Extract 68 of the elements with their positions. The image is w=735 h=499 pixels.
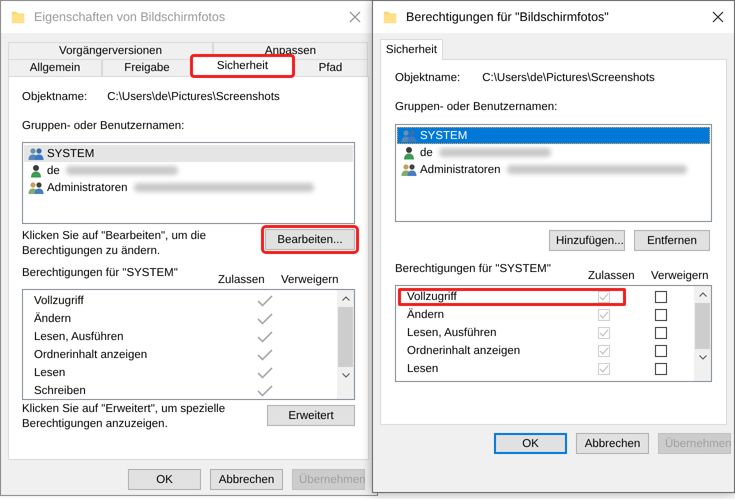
principal-item[interactable]: de bbox=[397, 144, 710, 161]
scrollbar[interactable] bbox=[694, 286, 711, 381]
principal-name: Administratoren bbox=[47, 182, 128, 194]
folder-icon bbox=[383, 9, 397, 25]
principal-name: SYSTEM bbox=[420, 130, 468, 142]
permission-name: Ordnerinhalt anzeigen bbox=[34, 349, 148, 361]
object-path: C:\Users\de\Pictures\Screenshots bbox=[482, 72, 655, 86]
window-title: Eigenschaften von Bildschirmfotos bbox=[34, 10, 226, 24]
folder-icon bbox=[11, 9, 25, 25]
permission-name: Lesen bbox=[407, 363, 440, 375]
principal-name: Administratoren bbox=[420, 164, 501, 176]
permission-name: Lesen, Ausführen bbox=[34, 331, 125, 343]
permission-name: Ändern bbox=[34, 313, 72, 325]
permissions-label: Berechtigungen für "SYSTEM" bbox=[395, 263, 551, 275]
principal-name: de bbox=[47, 164, 60, 176]
dialog-button[interactable]: Abbrechen bbox=[210, 469, 283, 490]
dialog-button[interactable]: Abbrechen bbox=[576, 433, 649, 454]
tab[interactable]: Vorgängerversionen bbox=[8, 42, 213, 59]
column-header: Verweigern bbox=[281, 274, 339, 286]
principal-item[interactable]: SYSTEM bbox=[397, 127, 710, 144]
tab[interactable]: Allgemein bbox=[8, 59, 102, 76]
permission-name: Schreiben bbox=[34, 385, 87, 397]
tab[interactable]: Sicherheit bbox=[380, 39, 443, 60]
groups-label: Gruppen- oder Benutzernamen: bbox=[395, 101, 558, 115]
permission-name: Lesen bbox=[34, 367, 66, 379]
checkbox[interactable] bbox=[654, 309, 667, 321]
scroll-down-icon[interactable] bbox=[342, 373, 350, 378]
checkbox[interactable] bbox=[654, 291, 667, 303]
dialog-button[interactable]: OK bbox=[128, 469, 201, 490]
permission-name: Vollzugriff bbox=[407, 291, 458, 303]
checkbox[interactable] bbox=[654, 327, 667, 339]
permission-name: Vollzugriff bbox=[34, 295, 85, 307]
principal-item[interactable]: Administratoren bbox=[24, 179, 353, 196]
checkbox[interactable] bbox=[654, 345, 667, 357]
list-button[interactable]: Hinzufügen... bbox=[549, 230, 625, 251]
principals-list[interactable]: SYSTEM de Administratoren bbox=[395, 124, 712, 222]
object-path: C:\Users\de\Pictures\Screenshots bbox=[107, 91, 280, 105]
tab[interactable]: Pfad bbox=[293, 59, 368, 76]
advanced-hint: Klicken Sie auf "Erweitert", um spezielle Berechtigungen anzuzeigen. bbox=[22, 402, 226, 432]
groups-label: Gruppen- oder Benutzernamen: bbox=[22, 120, 186, 134]
close-icon[interactable] bbox=[712, 11, 724, 23]
tab[interactable]: Freigabe bbox=[102, 59, 192, 76]
principals-list[interactable]: SYSTEM de Administratoren bbox=[22, 142, 355, 224]
scroll-up-icon[interactable] bbox=[342, 296, 350, 301]
edit-hint: Klicken Sie auf "Bearbeiten", um die Berechtigungen zu ändern. bbox=[22, 229, 207, 259]
object-label: Objektname: bbox=[395, 72, 460, 86]
tab[interactable]: Sicherheit bbox=[192, 56, 293, 76]
scrollbar[interactable] bbox=[337, 290, 354, 399]
permission-name: Ordnerinhalt anzeigen bbox=[407, 345, 522, 357]
principal-item[interactable]: Administratoren bbox=[397, 161, 710, 178]
list-button[interactable]: Entfernen bbox=[634, 230, 710, 251]
dialog-button[interactable]: OK bbox=[494, 433, 567, 454]
object-label: Objektname: bbox=[22, 91, 88, 105]
permissions-label: Berechtigungen für "SYSTEM" bbox=[22, 267, 178, 279]
scroll-down-icon[interactable] bbox=[698, 355, 706, 360]
principal-name: SYSTEM bbox=[47, 148, 94, 160]
window-title: Berechtigungen für "Bildschirmfotos" bbox=[406, 10, 610, 24]
column-header: Zulassen bbox=[218, 274, 265, 286]
permission-name: Ändern bbox=[407, 309, 446, 321]
column-header: Verweigern bbox=[651, 270, 709, 282]
permission-name: Lesen, Ausführen bbox=[407, 327, 498, 339]
principal-name: de bbox=[420, 146, 433, 158]
principal-item[interactable]: SYSTEM bbox=[24, 145, 353, 162]
scroll-up-icon[interactable] bbox=[698, 292, 706, 297]
column-header: Zulassen bbox=[588, 270, 635, 282]
advanced-button[interactable]: Erweitert bbox=[267, 405, 355, 426]
principal-item[interactable]: de bbox=[24, 162, 353, 179]
checkbox[interactable] bbox=[654, 363, 667, 375]
